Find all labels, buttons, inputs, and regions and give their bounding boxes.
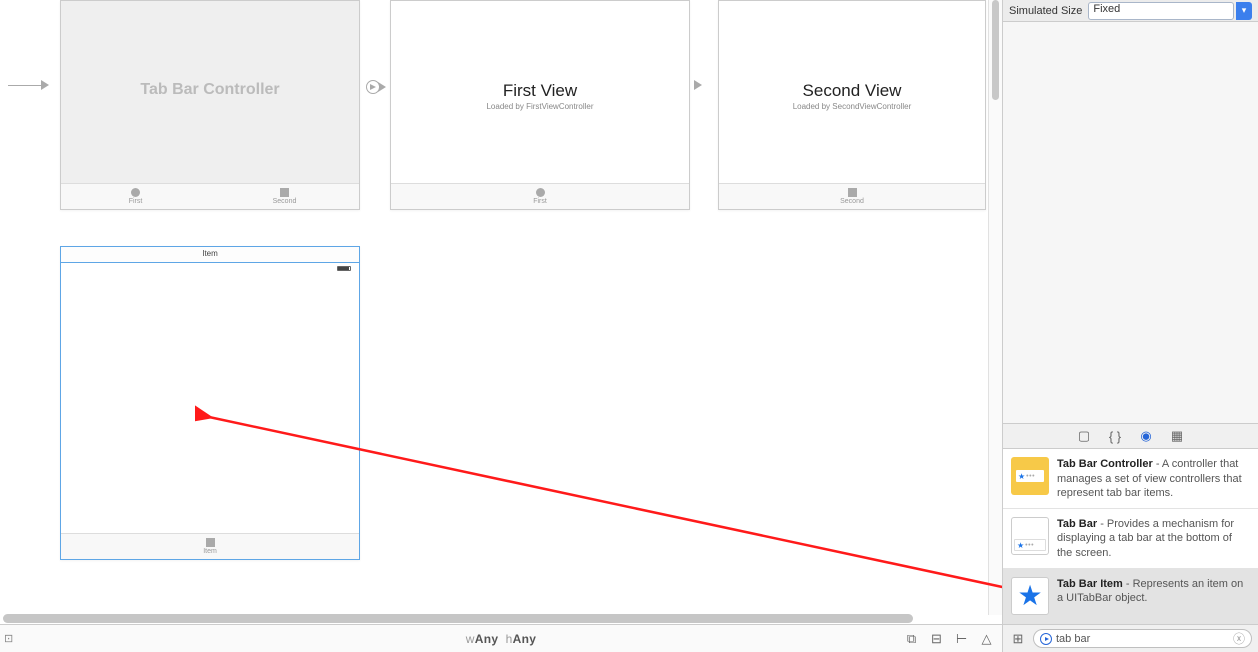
media-library-icon[interactable]: ▦ xyxy=(1170,429,1185,444)
canvas-horizontal-scrollbar[interactable] xyxy=(3,614,992,623)
initial-segue xyxy=(8,80,49,90)
align-edges-icon[interactable]: ⊟ xyxy=(929,631,944,646)
segue-second[interactable] xyxy=(695,80,702,90)
library-tabbar: ▢ { } ◉ ▦ xyxy=(1003,423,1258,449)
align-stack-icon[interactable]: ⧉ xyxy=(904,631,919,646)
tab-item[interactable]: Item xyxy=(61,534,359,559)
circle-icon xyxy=(536,188,545,197)
resolve-icon[interactable]: △ xyxy=(979,631,994,646)
size-class-bar[interactable]: ⊡ wAny hAny ⧉ ⊟ ⊢ △ xyxy=(0,624,1002,652)
tab-item[interactable]: First xyxy=(391,184,689,209)
scrollbar-thumb[interactable] xyxy=(992,0,999,100)
segue-first[interactable] xyxy=(366,80,386,94)
tab-bar: Second xyxy=(719,183,985,209)
library-item-tabbaritem[interactable]: ★ Tab Bar Item - Represents an item on a… xyxy=(1003,569,1258,624)
label-simulated-size: Simulated Size xyxy=(1009,5,1082,17)
tabbaritem-icon: ★ xyxy=(1011,577,1049,615)
simulated-size-select[interactable]: Fixed xyxy=(1088,2,1234,20)
tab-bar: First xyxy=(391,183,689,209)
tab-item-first[interactable]: First xyxy=(61,184,210,209)
chevron-down-icon[interactable]: ▾ xyxy=(1236,2,1252,20)
scene-subtitle: Loaded by SecondViewController xyxy=(719,102,985,111)
square-icon xyxy=(206,538,215,547)
scene-title: Second View xyxy=(719,81,985,101)
pin-icon[interactable]: ⊢ xyxy=(954,631,969,646)
scene-secondview[interactable]: Second View Loaded by SecondViewControll… xyxy=(718,0,986,210)
tab-item[interactable]: Second xyxy=(719,184,985,209)
scene-tabbarcontroller[interactable]: Tab Bar Controller First Second xyxy=(60,0,360,210)
battery-icon xyxy=(337,266,351,271)
object-library-list[interactable]: ★••• Tab Bar Controller - A controller t… xyxy=(1003,449,1258,624)
tab-item-second[interactable]: Second xyxy=(210,184,359,209)
tabbar-icon: ★••• xyxy=(1011,517,1049,555)
scene-header[interactable]: Item xyxy=(61,247,359,263)
scrollbar-thumb[interactable] xyxy=(3,614,913,623)
tab-bar: First Second xyxy=(61,183,359,209)
library-search[interactable]: tab bar ⓧ xyxy=(1033,629,1252,648)
library-item-tabbar[interactable]: ★••• Tab Bar - Provides a mechanism for … xyxy=(1003,509,1258,569)
library-footer: ⊞ tab bar ⓧ xyxy=(1003,624,1258,652)
library-item-tabbarcontroller[interactable]: ★••• Tab Bar Controller - A controller t… xyxy=(1003,449,1258,509)
inspector-simulated-size: Simulated Size Fixed ▾ xyxy=(1003,0,1258,22)
search-input[interactable]: tab bar xyxy=(1056,633,1090,645)
grid-view-icon[interactable]: ⊞ xyxy=(1009,631,1027,647)
object-library-icon[interactable]: ◉ xyxy=(1139,429,1154,444)
right-panel: Simulated Size Fixed ▾ ▢ { } ◉ ▦ ★••• Ta… xyxy=(1002,0,1258,652)
square-icon xyxy=(280,188,289,197)
code-snippets-icon[interactable]: { } xyxy=(1108,429,1123,444)
inspector-body xyxy=(1003,22,1258,423)
scene-firstview[interactable]: First View Loaded by FirstViewController… xyxy=(390,0,690,210)
tab-bar: Item xyxy=(61,533,359,559)
search-icon xyxy=(1040,633,1052,645)
square-icon xyxy=(848,188,857,197)
scene-title: Tab Bar Controller xyxy=(61,81,359,99)
clear-icon[interactable]: ⓧ xyxy=(1233,630,1245,647)
circle-icon xyxy=(131,188,140,197)
scene-item[interactable]: Item Item xyxy=(60,246,360,560)
storyboard-canvas[interactable]: Tab Bar Controller First Second First Vi… xyxy=(0,0,1002,652)
file-templates-icon[interactable]: ▢ xyxy=(1077,429,1092,444)
canvas-vertical-scrollbar[interactable] xyxy=(988,0,1002,615)
tabbarcontroller-icon: ★••• xyxy=(1011,457,1049,495)
scene-subtitle: Loaded by FirstViewController xyxy=(391,102,689,111)
scene-title: First View xyxy=(391,81,689,101)
